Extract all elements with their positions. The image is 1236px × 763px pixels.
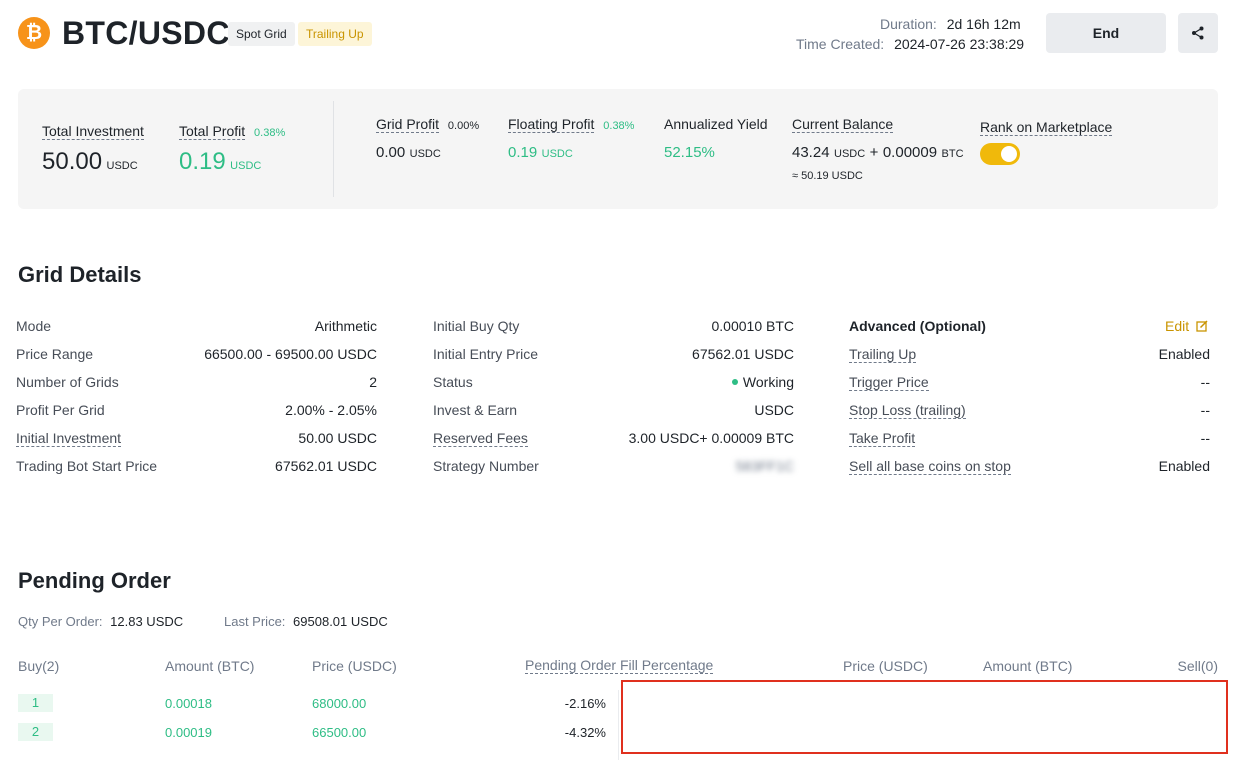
initial-entry-price-label: Initial Entry Price	[433, 346, 539, 362]
profit-per-grid-label: Profit Per Grid	[16, 402, 105, 418]
pending-order-title: Pending Order	[18, 568, 171, 593]
floating-profit-value: 0.19 USDC	[508, 144, 573, 161]
time-created-label: Time Created:	[796, 36, 885, 52]
annualized-yield-value: 52.15%	[664, 144, 715, 161]
total-investment-value: 50.00 USDC	[42, 148, 138, 175]
current-balance-value: 43.24 USDC + 0.00009 BTC	[792, 144, 964, 161]
page-title: BTC/USDC	[62, 15, 230, 51]
buy-row-price: 68000.00	[312, 696, 367, 711]
sell-orders-highlight-box	[621, 680, 1228, 754]
rank-marketplace-toggle[interactable]	[980, 143, 1020, 165]
total-profit-pct: 0.38%	[254, 127, 286, 139]
btc-coin-icon: ₿	[18, 17, 50, 49]
status-dot-icon	[731, 379, 738, 386]
edit-button[interactable]: Edit	[1165, 318, 1208, 334]
buy-row-index: 2	[18, 723, 53, 741]
buy-row-amount: 0.00018	[165, 696, 212, 711]
duration-row: Duration: 2d 16h 12m	[880, 16, 1021, 32]
buy-row-fill: -2.16%	[564, 696, 606, 711]
share-icon	[1192, 26, 1204, 40]
mode-value: Arithmetic	[314, 318, 377, 334]
toggle-knob	[1001, 146, 1017, 162]
current-balance-approx: ≈ 50.19 USDC	[792, 170, 863, 182]
initial-investment-value: 50.00 USDC	[298, 430, 377, 446]
advanced-header: Advanced (Optional)	[849, 318, 986, 334]
total-profit-label[interactable]: Total Profit 0.38%	[179, 123, 286, 140]
grid-profit-label[interactable]: Grid Profit 0.00%	[376, 116, 480, 133]
status-label: Status	[433, 374, 473, 390]
trailing-up-label[interactable]: Trailing Up	[849, 346, 917, 363]
stop-loss-label[interactable]: Stop Loss (trailing)	[849, 402, 966, 419]
invest-earn-label: Invest & Earn	[433, 402, 518, 418]
buy-count-header: Buy(2)	[18, 658, 60, 674]
annualized-yield-label: Annualized Yield	[664, 116, 768, 132]
last-price: Last Price: 69508.01 USDC	[224, 614, 388, 629]
floating-profit-label[interactable]: Floating Profit 0.38%	[508, 116, 635, 133]
qty-per-order: Qty Per Order: 12.83 USDC	[18, 614, 184, 629]
strategy-type-badge: Spot Grid	[228, 22, 295, 46]
sell-amount-header: Amount (BTC)	[983, 658, 1073, 674]
stop-loss-value: --	[1200, 402, 1210, 418]
initial-entry-price-value: 67562.01 USDC	[692, 346, 794, 362]
profit-per-grid-value: 2.00% - 2.05%	[285, 402, 377, 418]
sell-all-on-stop-label[interactable]: Sell all base coins on stop	[849, 458, 1011, 475]
trailing-mode-badge: Trailing Up	[298, 22, 372, 46]
current-balance-label[interactable]: Current Balance	[792, 116, 894, 133]
sell-price-header: Price (USDC)	[843, 658, 928, 674]
trigger-price-value: --	[1200, 374, 1210, 390]
buy-row-fill: -4.32%	[564, 725, 606, 740]
duration-value: 2d 16h 12m	[946, 16, 1021, 32]
duration-label: Duration:	[880, 16, 937, 32]
initial-buy-qty-value: 0.00010 BTC	[711, 318, 795, 334]
strategy-number-value: 583FF1C	[735, 458, 794, 474]
grid-details-title: Grid Details	[18, 262, 142, 287]
status-value: Working	[594, 374, 794, 390]
buy-row-index: 1	[18, 694, 53, 712]
total-profit-value: 0.19 USDC	[179, 148, 262, 175]
strategy-number-label: Strategy Number	[433, 458, 539, 474]
bot-start-price-label: Trading Bot Start Price	[16, 458, 158, 474]
buy-price-header: Price (USDC)	[312, 658, 397, 674]
number-of-grids-value: 2	[369, 374, 377, 390]
invest-earn-value: USDC	[754, 402, 794, 418]
initial-buy-qty-label: Initial Buy Qty	[433, 318, 520, 334]
trigger-price-label[interactable]: Trigger Price	[849, 374, 929, 391]
buy-row-price: 66500.00	[312, 725, 367, 740]
sell-count-header: Sell(0)	[1177, 658, 1218, 674]
reserved-fees-value: 3.00 USDC+ 0.00009 BTC	[628, 430, 794, 446]
grid-profit-pct: 0.00%	[447, 120, 480, 132]
total-investment-label[interactable]: Total Investment	[42, 123, 144, 140]
trailing-up-value: Enabled	[1158, 346, 1210, 362]
buy-row-amount: 0.00019	[165, 725, 212, 740]
mode-label: Mode	[16, 318, 52, 334]
summary-divider	[333, 101, 334, 197]
price-range-label: Price Range	[16, 346, 94, 362]
floating-profit-pct: 0.38%	[603, 120, 635, 132]
time-created-value: 2024-07-26 23:38:29	[894, 36, 1025, 52]
take-profit-value: --	[1200, 430, 1210, 446]
rank-marketplace-label[interactable]: Rank on Marketplace	[980, 119, 1113, 136]
fill-percentage-header[interactable]: Pending Order Fill Percentage	[525, 657, 714, 674]
grid-profit-value: 0.00 USDC	[376, 144, 441, 161]
take-profit-label[interactable]: Take Profit	[849, 430, 916, 447]
share-button[interactable]	[1178, 13, 1218, 53]
initial-investment-label[interactable]: Initial Investment	[16, 430, 122, 447]
sell-all-on-stop-value: Enabled	[1158, 458, 1210, 474]
edit-icon	[1196, 320, 1208, 332]
bot-start-price-value: 67562.01 USDC	[275, 458, 377, 474]
number-of-grids-label: Number of Grids	[16, 374, 119, 390]
time-created-row: Time Created: 2024-07-26 23:38:29	[796, 36, 1024, 52]
buy-sell-divider	[618, 690, 619, 760]
price-range-value: 66500.00 - 69500.00 USDC	[204, 346, 377, 362]
end-button[interactable]: End	[1046, 13, 1166, 53]
reserved-fees-label[interactable]: Reserved Fees	[433, 430, 528, 447]
buy-amount-header: Amount (BTC)	[165, 658, 255, 674]
